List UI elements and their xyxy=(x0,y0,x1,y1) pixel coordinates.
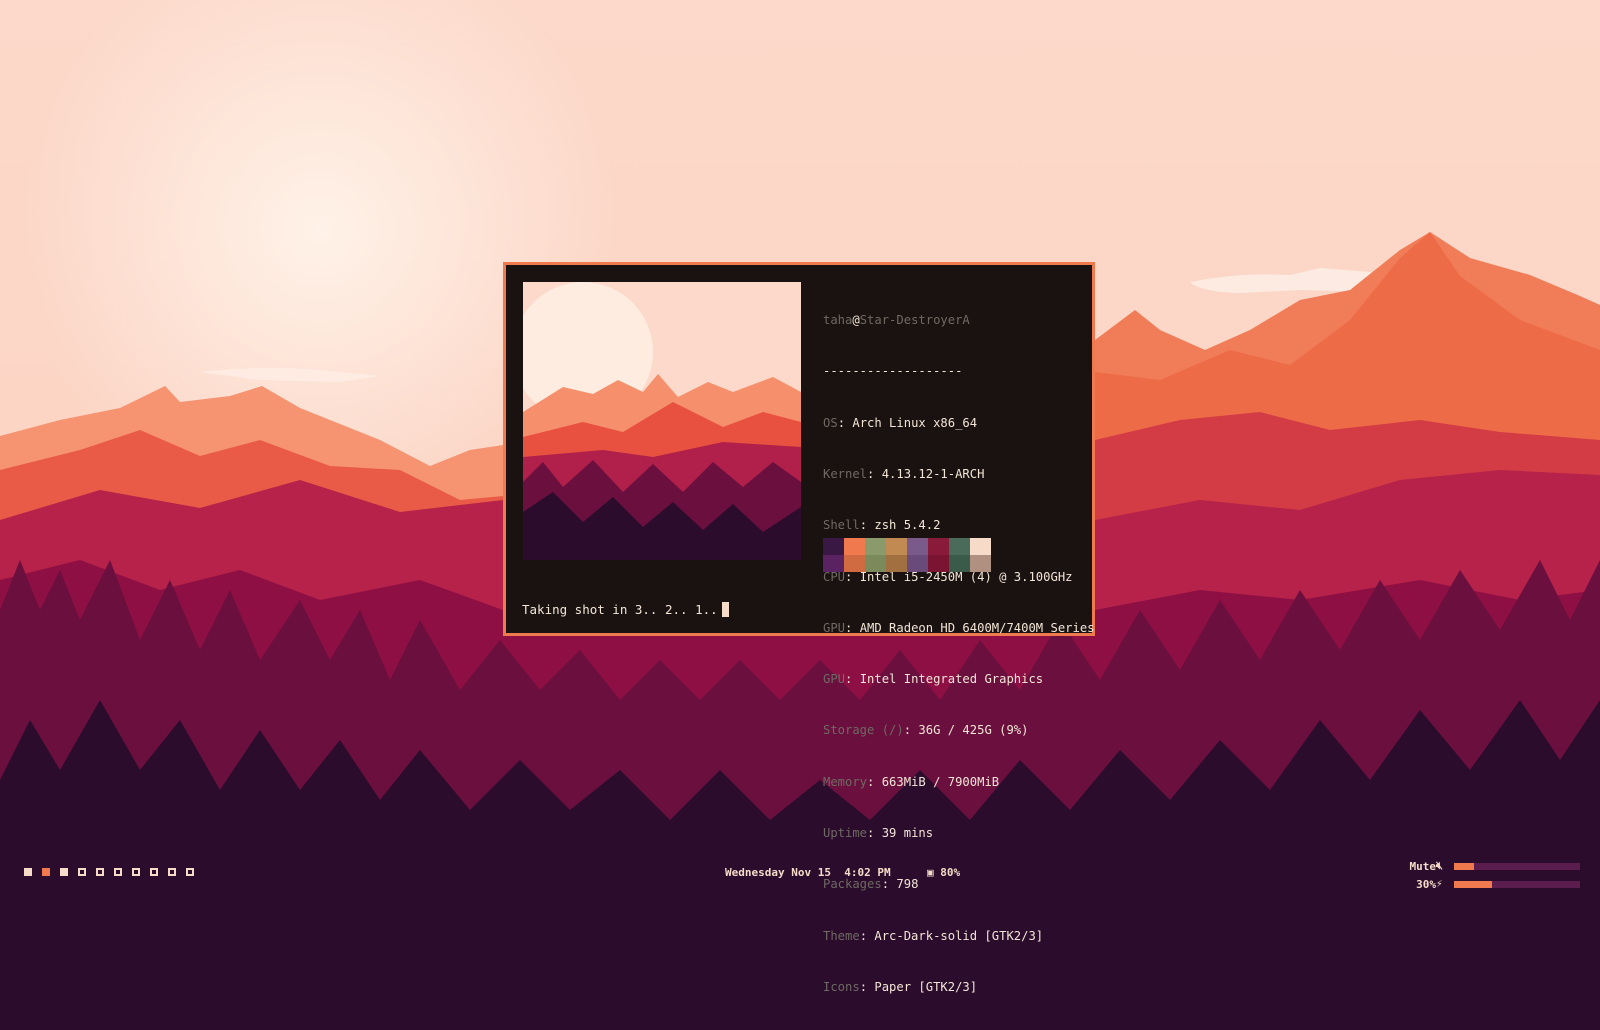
speaker-mute-icon: 🔇︎ xyxy=(1436,859,1443,872)
clock[interactable]: Wednesday Nov 15 4:02 PM xyxy=(725,866,891,879)
prompt-text: Taking shot in 3.. 2.. 1.. xyxy=(522,602,718,617)
brightness-label: 30% xyxy=(1416,878,1436,891)
username: taha xyxy=(823,313,853,328)
workspace-7[interactable] xyxy=(132,868,140,876)
at-sign: @ xyxy=(852,313,860,328)
palette-swatch xyxy=(865,538,886,555)
lightning-icon: ⚡︎ xyxy=(1436,877,1443,890)
workspace-indicators xyxy=(24,868,194,876)
workspace-2[interactable] xyxy=(42,868,50,876)
info-line-uptime: Uptime: 39 mins xyxy=(823,826,934,840)
hostname: Star-DestroyerA xyxy=(859,313,970,328)
workspace-10[interactable] xyxy=(186,868,194,876)
info-line-theme: Theme: Arc-Dark-solid [GTK2/3] xyxy=(823,928,1044,943)
battery-status[interactable]: ▣ 80% xyxy=(927,866,960,879)
battery-icon: ▣ xyxy=(927,866,934,879)
palette-swatch xyxy=(970,555,991,572)
palette-swatch xyxy=(844,555,865,572)
palette-swatch xyxy=(886,555,907,572)
workspace-4[interactable] xyxy=(78,868,86,876)
palette-swatch xyxy=(970,538,991,555)
brightness-slider[interactable] xyxy=(1454,881,1580,888)
palette-swatch xyxy=(928,538,949,555)
brightness-level-fill xyxy=(1454,881,1492,888)
separator-line: ------------------- xyxy=(823,364,963,379)
palette-swatch xyxy=(907,555,928,572)
palette-swatch xyxy=(949,538,970,555)
info-line-memory: Memory: 663MiB / 7900MiB xyxy=(823,774,1000,789)
info-line-icons: Icons: Paper [GTK2/3] xyxy=(823,979,978,994)
palette-swatch xyxy=(907,538,928,555)
info-line-storage: Storage (/): 36G / 425G (9%) xyxy=(823,723,1029,738)
palette-swatch xyxy=(844,538,865,555)
workspace-1[interactable] xyxy=(24,868,32,876)
info-line-shell: Shell: zsh 5.4.2 xyxy=(823,518,941,533)
palette-swatch xyxy=(886,538,907,555)
palette-swatch xyxy=(823,555,844,572)
palette-swatch xyxy=(928,555,949,572)
workspace-5[interactable] xyxy=(96,868,104,876)
wallpaper-thumbnail-image xyxy=(523,282,801,560)
palette-swatch xyxy=(949,555,970,572)
workspace-6[interactable] xyxy=(114,868,122,876)
info-line-gpu-2: GPU: Intel Integrated Graphics xyxy=(823,672,1044,687)
info-line-os: OS: Arch Linux x86_64 xyxy=(823,415,978,430)
workspace-8[interactable] xyxy=(150,868,158,876)
workspace-9[interactable] xyxy=(168,868,176,876)
terminal-window[interactable]: taha@Star-DestroyerA -------------------… xyxy=(503,262,1095,994)
workspace-3[interactable] xyxy=(60,868,68,876)
battery-percent: 80% xyxy=(940,866,961,879)
volume-level-fill xyxy=(1454,863,1475,870)
volume-slider[interactable] xyxy=(1454,863,1580,870)
user-host-line: taha@Star-DestroyerA xyxy=(823,312,1095,329)
text-cursor xyxy=(721,602,729,617)
palette-swatch xyxy=(823,538,844,555)
volume-label: Mute xyxy=(1409,860,1437,873)
system-info: taha@Star-DestroyerA -------------------… xyxy=(823,278,1095,1030)
info-line-kernel: Kernel: 4.13.12-1-ARCH xyxy=(823,467,985,482)
info-line-gpu-1: GPU: AMD Radeon HD 6400M/7400M Series xyxy=(823,620,1095,635)
color-palette xyxy=(823,538,991,572)
palette-swatch xyxy=(865,555,886,572)
terminal-prompt-line[interactable]: Taking shot in 3.. 2.. 1.. xyxy=(522,602,729,617)
